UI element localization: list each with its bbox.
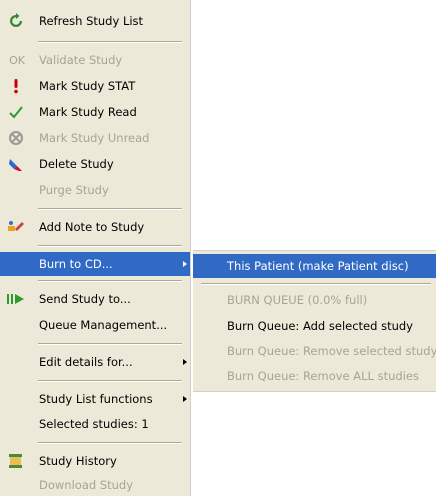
mark-study-stat-label: Mark Study STAT [39, 79, 136, 93]
delete-study-item[interactable]: Delete Study [0, 152, 190, 176]
study-history-label: Study History [39, 454, 117, 468]
separator [38, 245, 182, 247]
send-study-label: Send Study to... [39, 292, 131, 306]
selected-studies-label: Selected studies: 1 [39, 417, 149, 431]
validate-study-item[interactable]: OK Validate Study [0, 48, 190, 72]
scroll-icon [7, 452, 25, 470]
send-study-item[interactable]: Send Study to... [0, 287, 190, 311]
mark-study-unread-item[interactable]: Mark Study Unread [0, 126, 190, 150]
mark-study-stat-item[interactable]: Mark Study STAT [0, 74, 190, 98]
submenu-arrow-icon [183, 359, 187, 365]
checkmark-icon [7, 103, 25, 121]
burn-to-cd-submenu: This Patient (make Patient disc) BURN QU… [193, 250, 436, 392]
exclamation-icon [7, 77, 25, 95]
queue-management-label: Queue Management... [39, 318, 168, 332]
download-study-label: Download Study [39, 478, 134, 492]
delete-study-label: Delete Study [39, 157, 114, 171]
selected-studies-item[interactable]: Selected studies: 1 [0, 412, 190, 436]
study-history-item[interactable]: Study History [0, 449, 190, 473]
no-sign-icon [7, 129, 25, 147]
context-menu: Refresh Study List OK Validate Study Mar… [0, 0, 191, 496]
burn-queue-status-item: BURN QUEUE (0.0% full) [193, 288, 436, 312]
note-pencil-icon [7, 218, 25, 236]
separator [38, 280, 182, 282]
mark-study-read-label: Mark Study Read [39, 105, 137, 119]
purge-study-label: Purge Study [39, 183, 109, 197]
separator [38, 380, 182, 382]
ok-icon: OK [9, 53, 25, 67]
separator [201, 283, 431, 285]
submenu-arrow-icon [183, 261, 187, 267]
burn-queue-status-label: BURN QUEUE (0.0% full) [227, 293, 368, 307]
validate-study-label: Validate Study [39, 53, 123, 67]
edit-details-item[interactable]: Edit details for... [0, 350, 190, 374]
study-list-functions-label: Study List functions [39, 392, 153, 406]
this-patient-item[interactable]: This Patient (make Patient disc) [193, 254, 436, 278]
this-patient-label: This Patient (make Patient disc) [227, 259, 409, 273]
burn-queue-remove-all-item[interactable]: Burn Queue: Remove ALL studies [193, 364, 436, 388]
separator [38, 343, 182, 345]
edit-details-label: Edit details for... [39, 355, 133, 369]
burn-queue-remove-selected-item[interactable]: Burn Queue: Remove selected study [193, 339, 436, 363]
burn-queue-remove-selected-label: Burn Queue: Remove selected study [227, 344, 436, 358]
study-list-functions-item[interactable]: Study List functions [0, 387, 190, 411]
mark-study-unread-label: Mark Study Unread [39, 131, 150, 145]
download-study-item[interactable]: Download Study [0, 473, 190, 497]
burn-to-cd-item[interactable]: Burn to CD... [0, 252, 190, 276]
refresh-icon [7, 12, 25, 30]
burn-to-cd-label: Burn to CD... [39, 257, 113, 271]
burn-queue-remove-all-label: Burn Queue: Remove ALL studies [227, 369, 419, 383]
refresh-study-list-label: Refresh Study List [39, 14, 144, 28]
separator [38, 41, 182, 43]
send-arrow-icon [7, 290, 25, 308]
eraser-icon [7, 155, 25, 173]
burn-queue-add-label: Burn Queue: Add selected study [227, 319, 413, 333]
purge-study-item[interactable]: Purge Study [0, 178, 190, 202]
burn-queue-add-item[interactable]: Burn Queue: Add selected study [193, 314, 436, 338]
submenu-arrow-icon [183, 396, 187, 402]
add-note-label: Add Note to Study [39, 220, 145, 234]
separator [38, 208, 182, 210]
mark-study-read-item[interactable]: Mark Study Read [0, 100, 190, 124]
refresh-study-list-item[interactable]: Refresh Study List [0, 9, 190, 33]
queue-management-item[interactable]: Queue Management... [0, 313, 190, 337]
separator [38, 442, 182, 444]
add-note-item[interactable]: Add Note to Study [0, 215, 190, 239]
